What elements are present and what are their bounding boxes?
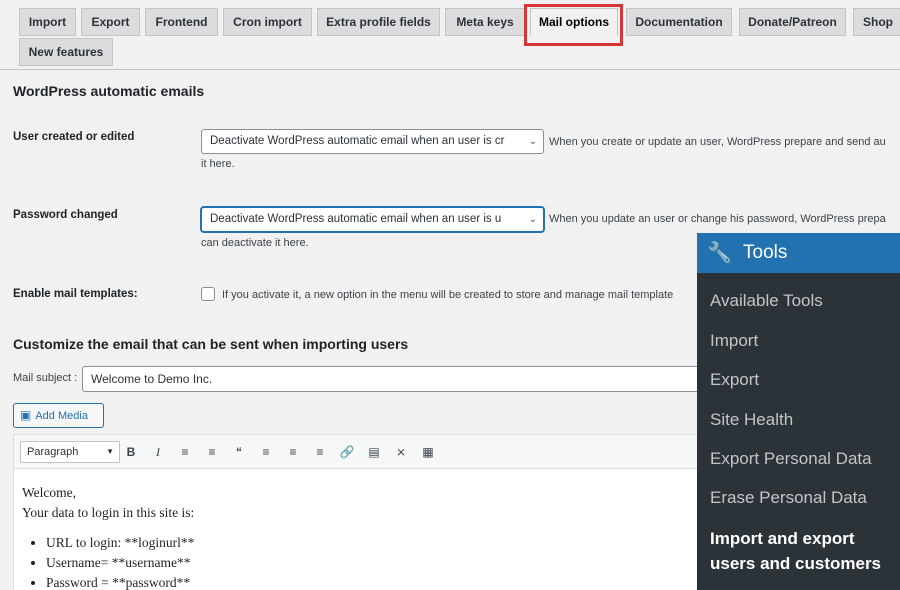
- email-body-editor[interactable]: Paragraph ▼ B I ≡ ≡ “ ≡ ≡ ≡ 🔗 ▤ ⨯ ▦ Welc…: [13, 434, 713, 590]
- user-created-select[interactable]: Deactivate WordPress automatic email whe…: [201, 129, 544, 154]
- bullet-list-icon[interactable]: ≡: [176, 443, 194, 461]
- tools-item-available-tools[interactable]: Available Tools: [710, 291, 823, 311]
- tab-bar: Import Export Frontend Cron import Extra…: [0, 0, 900, 70]
- bold-icon[interactable]: B: [122, 443, 140, 461]
- chevron-down-icon: ⌄: [528, 136, 537, 147]
- password-changed-description: When you update an user or change his pa…: [549, 213, 886, 225]
- tab-mail-options[interactable]: Mail options: [530, 8, 618, 36]
- chevron-down-icon: ▼: [106, 447, 114, 456]
- fullscreen-icon[interactable]: ⨯: [392, 443, 410, 461]
- user-created-select-value: Deactivate WordPress automatic email whe…: [210, 135, 505, 147]
- media-icon: ▣: [20, 408, 32, 422]
- tab-meta-keys[interactable]: Meta keys: [445, 8, 525, 36]
- mail-subject-input[interactable]: Welcome to Demo Inc.: [82, 366, 722, 392]
- tools-item-import[interactable]: Import: [710, 331, 758, 351]
- link-icon[interactable]: 🔗: [338, 443, 356, 461]
- tab-documentation[interactable]: Documentation: [626, 8, 732, 36]
- mail-templates-description: If you activate it, a new option in the …: [222, 289, 674, 301]
- list-item: URL to login: **loginurl**: [46, 533, 702, 553]
- format-select-value: Paragraph: [27, 446, 79, 458]
- align-right-icon[interactable]: ≡: [311, 443, 329, 461]
- tools-item-export-personal-data[interactable]: Export Personal Data: [710, 449, 872, 469]
- add-media-label: Add Media: [35, 410, 88, 422]
- editor-toolbar: Paragraph ▼ B I ≡ ≡ “ ≡ ≡ ≡ 🔗 ▤ ⨯ ▦: [14, 435, 712, 469]
- user-created-description: When you create or update an user, WordP…: [549, 136, 886, 148]
- user-created-label: User created or edited: [13, 131, 135, 143]
- user-created-description-cont: it here.: [201, 158, 235, 170]
- password-changed-select[interactable]: Deactivate WordPress automatic email whe…: [201, 207, 544, 232]
- body-line-greeting: Welcome,: [22, 485, 77, 500]
- mail-templates-checkbox[interactable]: [201, 287, 215, 301]
- editor-content: Welcome, Your data to login in this site…: [22, 483, 702, 590]
- body-line-intro: Your data to login in this site is:: [22, 505, 195, 520]
- blockquote-icon[interactable]: “: [230, 443, 248, 461]
- password-changed-label: Password changed: [13, 209, 118, 221]
- password-changed-description-cont: can deactivate it here.: [201, 237, 309, 249]
- tab-donate-patreon[interactable]: Donate/Patreon: [739, 8, 846, 36]
- chevron-down-icon: ⌄: [528, 214, 537, 225]
- align-left-icon[interactable]: ≡: [257, 443, 275, 461]
- tools-menu-title: Tools: [743, 242, 788, 263]
- format-select[interactable]: Paragraph ▼: [20, 441, 120, 463]
- wrench-icon: 🔧: [707, 242, 732, 264]
- list-item: Username= **username**: [46, 553, 702, 573]
- toolbar-toggle-icon[interactable]: ▦: [419, 443, 437, 461]
- list-item: Password = **password**: [46, 573, 702, 590]
- numbered-list-icon[interactable]: ≡: [203, 443, 221, 461]
- tools-item-site-health[interactable]: Site Health: [710, 410, 793, 430]
- tab-import[interactable]: Import: [19, 8, 76, 36]
- tools-item-erase-personal-data[interactable]: Erase Personal Data: [710, 488, 867, 508]
- tab-extra-profile-fields[interactable]: Extra profile fields: [317, 8, 440, 36]
- add-media-button[interactable]: ▣ Add Media: [13, 403, 104, 428]
- tab-shop[interactable]: Shop: [853, 8, 900, 36]
- tab-cron-import[interactable]: Cron import: [223, 8, 312, 36]
- tools-item-export[interactable]: Export: [710, 370, 759, 390]
- mail-templates-label: Enable mail templates:: [13, 288, 138, 300]
- tools-item-current-line1: Import and export: [710, 529, 855, 548]
- tab-frontend[interactable]: Frontend: [145, 8, 218, 36]
- tools-item-current-line2: users and customers: [710, 554, 882, 573]
- tools-item-import-export-users[interactable]: Import and export users and customers: [710, 526, 881, 576]
- italic-icon[interactable]: I: [149, 443, 167, 461]
- align-center-icon[interactable]: ≡: [284, 443, 302, 461]
- body-list: URL to login: **loginurl** Username= **u…: [22, 533, 702, 590]
- tools-submenu: 🔧 Tools Available Tools Import Export Si…: [697, 233, 900, 590]
- tab-export[interactable]: Export: [81, 8, 140, 36]
- tools-menu-header[interactable]: 🔧 Tools: [697, 233, 900, 273]
- section-title-automatic-emails: WordPress automatic emails: [13, 83, 205, 99]
- section-title-customize-email: Customize the email that can be sent whe…: [13, 336, 409, 352]
- password-changed-select-value: Deactivate WordPress automatic email whe…: [210, 213, 502, 225]
- tab-new-features[interactable]: New features: [19, 38, 113, 66]
- read-more-icon[interactable]: ▤: [365, 443, 383, 461]
- mail-subject-label: Mail subject :: [13, 372, 78, 384]
